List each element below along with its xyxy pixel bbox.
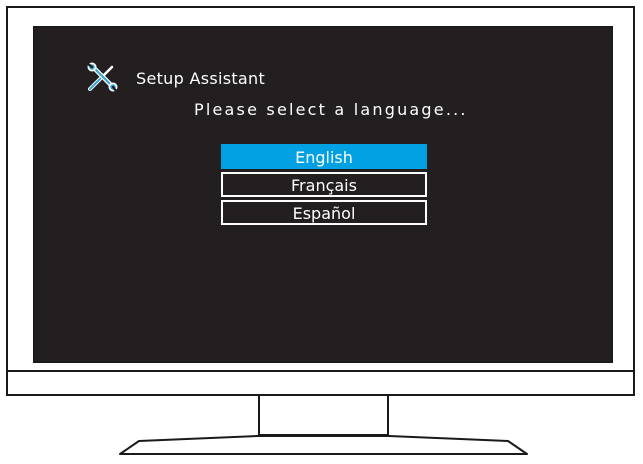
language-list: English Français Español — [221, 144, 427, 228]
language-option-english[interactable]: English — [221, 144, 427, 169]
language-option-espanol[interactable]: Español — [221, 200, 427, 225]
setup-title: Setup Assistant — [136, 68, 266, 88]
language-option-francais[interactable]: Français — [221, 172, 427, 197]
setup-header: Setup Assistant — [86, 62, 265, 94]
tools-icon — [86, 62, 118, 94]
language-prompt: Please select a language... — [194, 100, 468, 119]
